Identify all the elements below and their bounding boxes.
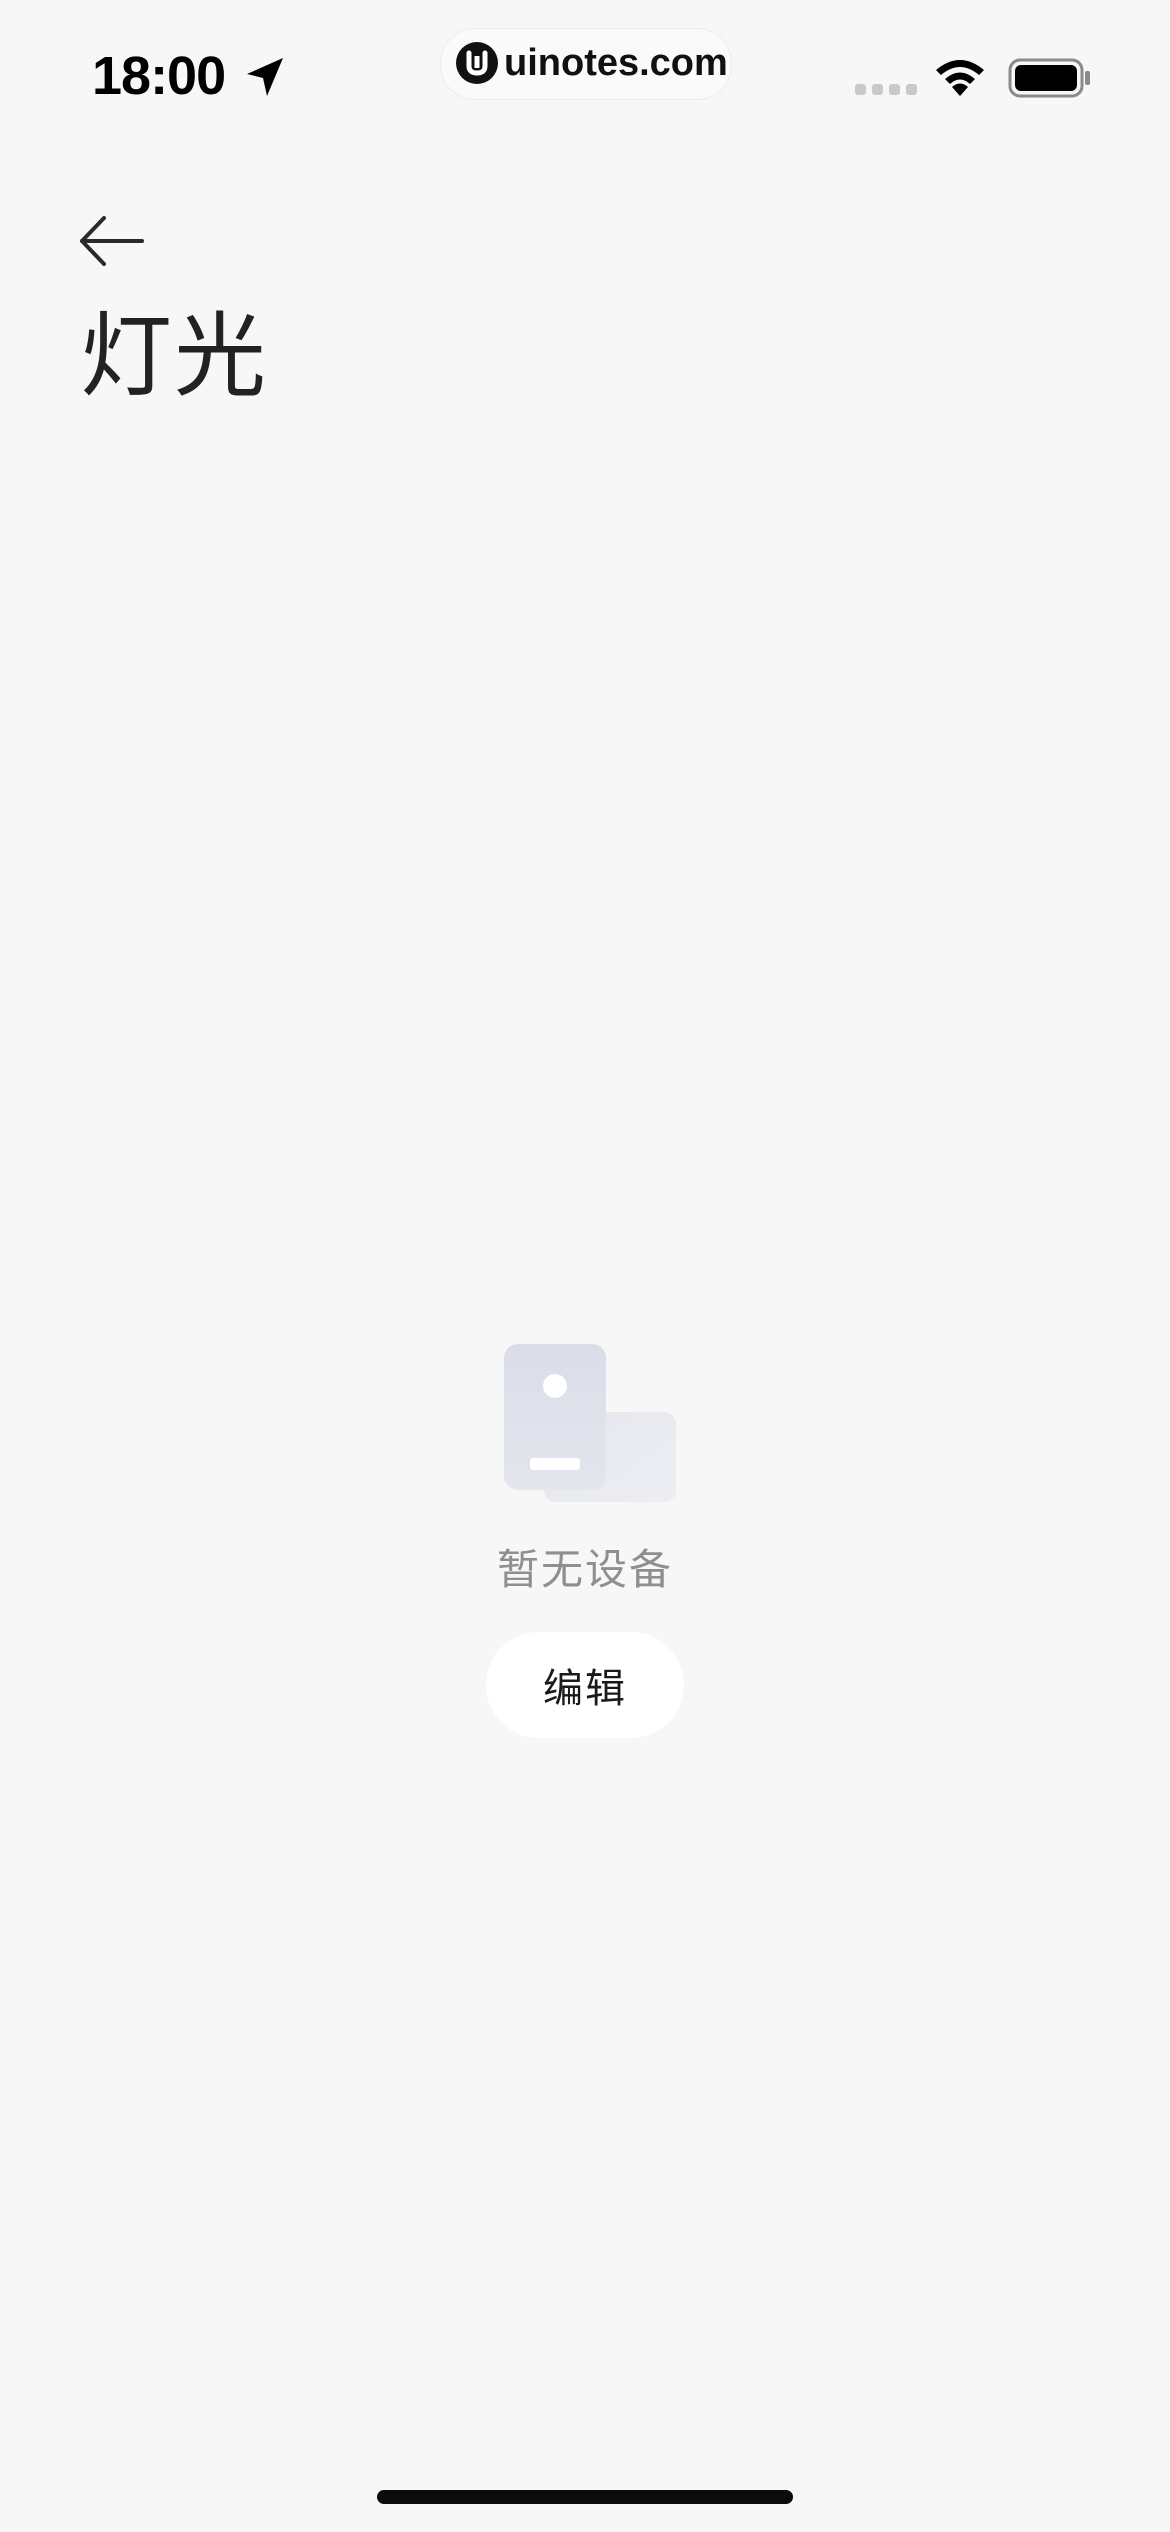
watermark-badge: uinotes.com — [440, 28, 732, 100]
location-arrow-icon — [247, 58, 283, 96]
empty-state-message: 暂无设备 — [496, 1546, 673, 1593]
cellular-signal-icon — [855, 84, 917, 95]
no-device-illustration-icon — [504, 1344, 676, 1502]
watermark-text: uinotes.com — [504, 42, 728, 84]
battery-icon — [1008, 58, 1090, 98]
status-bar: 18:00 uinotes.com — [0, 0, 1170, 150]
back-button[interactable] — [74, 206, 154, 276]
status-time: 18:00 — [92, 46, 226, 106]
home-indicator[interactable] — [377, 2490, 793, 2504]
edit-button[interactable]: 编辑 — [486, 1632, 684, 1738]
back-arrow-icon — [80, 216, 144, 266]
watermark-logo-icon — [456, 42, 498, 84]
wifi-icon — [936, 60, 984, 96]
page-title: 灯光 — [80, 306, 269, 408]
